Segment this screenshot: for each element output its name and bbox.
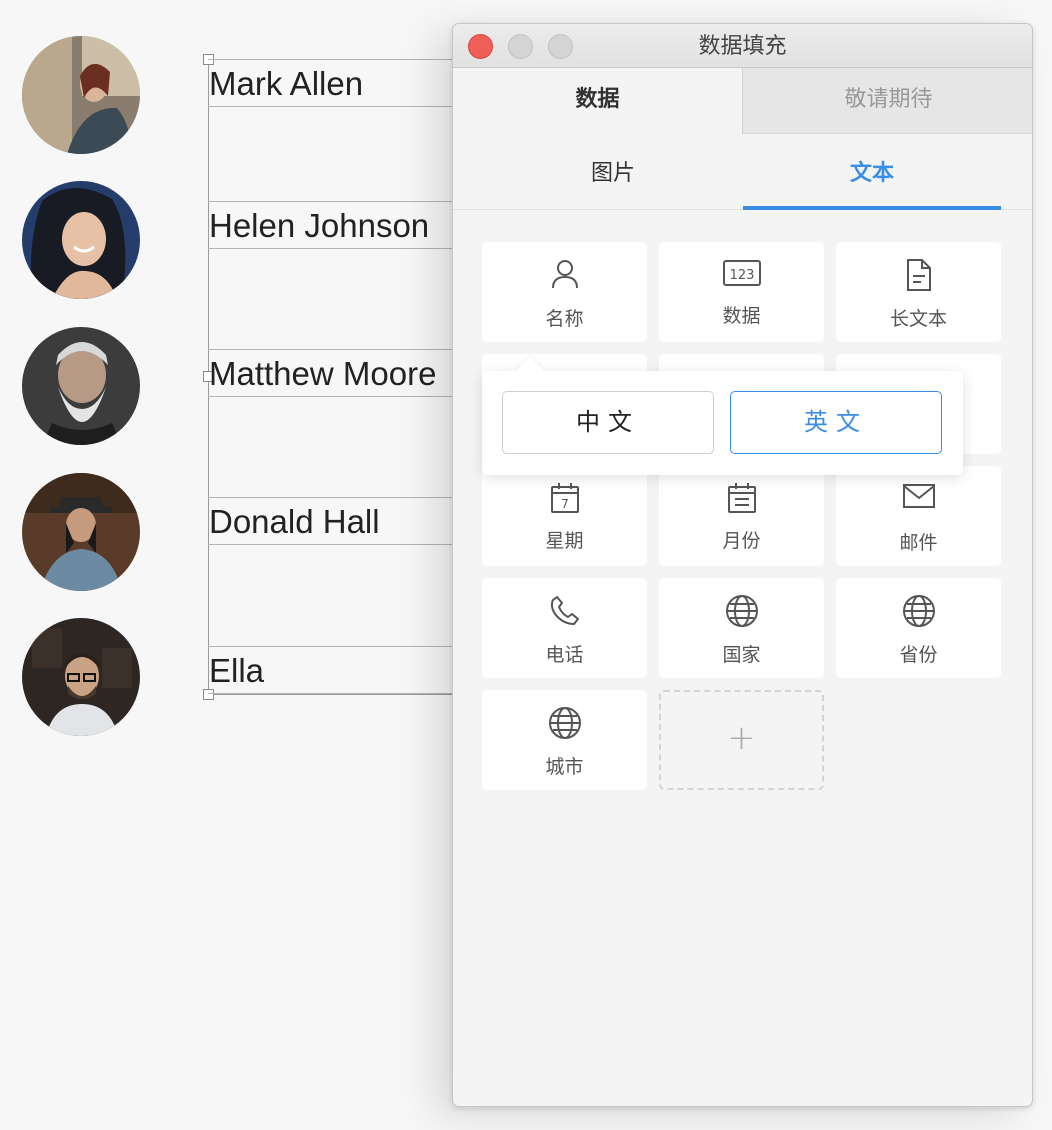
name-text-layer[interactable]: Ella	[208, 646, 458, 694]
name-text-layer[interactable]: Mark Allen	[208, 59, 458, 107]
tab-data[interactable]: 数据	[453, 68, 743, 134]
active-tab-indicator	[743, 206, 1001, 210]
item-weekday[interactable]: 7 星期	[482, 466, 647, 566]
item-label: 电话	[545, 644, 584, 666]
globe-icon	[725, 595, 758, 627]
tab-image[interactable]: 图片	[483, 134, 743, 210]
document-icon	[906, 259, 931, 291]
phone-icon	[550, 596, 579, 625]
item-mail[interactable]: 邮件	[836, 466, 1001, 566]
name-text-layer[interactable]: Donald Hall	[208, 497, 458, 545]
item-name[interactable]: 名称	[482, 242, 647, 342]
item-label: 邮件	[899, 532, 938, 554]
avatar-photo-5	[22, 618, 140, 736]
avatar-photo-2	[22, 181, 140, 299]
item-long-text[interactable]: 长文本	[836, 242, 1001, 342]
calendar-day-icon: 7	[550, 483, 579, 513]
mail-icon	[902, 484, 935, 508]
avatar-image[interactable]	[22, 36, 140, 154]
window-title: 数据填充	[698, 34, 787, 59]
avatar-photo-1	[22, 36, 140, 154]
item-label: 长文本	[889, 308, 947, 330]
sub-tabs: 图片 文本	[453, 134, 1032, 210]
item-city[interactable]: 城市	[482, 690, 647, 790]
number-icon-text: 123	[729, 268, 754, 283]
avatar-image[interactable]	[22, 618, 140, 736]
item-label: 城市	[545, 756, 584, 778]
item-phone[interactable]: 电话	[482, 578, 647, 678]
avatar-image[interactable]	[22, 327, 140, 445]
tab-coming-soon[interactable]: 敬请期待	[743, 68, 1032, 134]
avatar-photo-3	[22, 327, 140, 445]
add-item-button[interactable]: +	[659, 690, 824, 790]
english-option-button[interactable]: 英文	[730, 391, 942, 454]
avatar-image[interactable]	[22, 181, 140, 299]
item-label: 星期	[545, 530, 584, 552]
item-label: 国家	[722, 644, 761, 666]
person-icon	[551, 260, 578, 289]
globe-icon	[548, 707, 581, 739]
item-label: 名称	[545, 308, 584, 330]
plus-icon: +	[727, 718, 756, 758]
item-label: 省份	[899, 644, 938, 666]
avatar-photo-4	[22, 473, 140, 591]
item-number[interactable]: 123 数据	[659, 242, 824, 342]
avatar-image[interactable]	[22, 473, 140, 591]
item-label: 月份	[722, 530, 761, 552]
item-month[interactable]: 月份	[659, 466, 824, 566]
item-label: 数据	[722, 305, 761, 327]
item-country[interactable]: 国家	[659, 578, 824, 678]
calendar-icon	[727, 483, 756, 513]
title-bar[interactable]: 数据填充	[453, 24, 1032, 68]
name-text-layer[interactable]: Helen Johnson	[208, 201, 458, 249]
tab-text[interactable]: 文本	[743, 134, 1001, 210]
language-popover: 中文 英文	[482, 356, 963, 475]
name-text-layer[interactable]: Matthew Moore	[208, 349, 458, 397]
design-canvas: Mark Allen Helen Johnson Matthew Moore D…	[0, 0, 1052, 1130]
number-123-icon: 123	[722, 260, 761, 286]
data-fill-window: 数据填充 数据 敬请期待 图片 文本 名称 123 数据 长文本 7 星期 月份…	[452, 23, 1033, 1107]
chinese-option-button[interactable]: 中文	[502, 391, 714, 454]
top-tabs: 数据 敬请期待	[453, 68, 1032, 134]
globe-icon	[902, 595, 935, 627]
item-province[interactable]: 省份	[836, 578, 1001, 678]
calendar-day-number: 7	[561, 497, 569, 511]
